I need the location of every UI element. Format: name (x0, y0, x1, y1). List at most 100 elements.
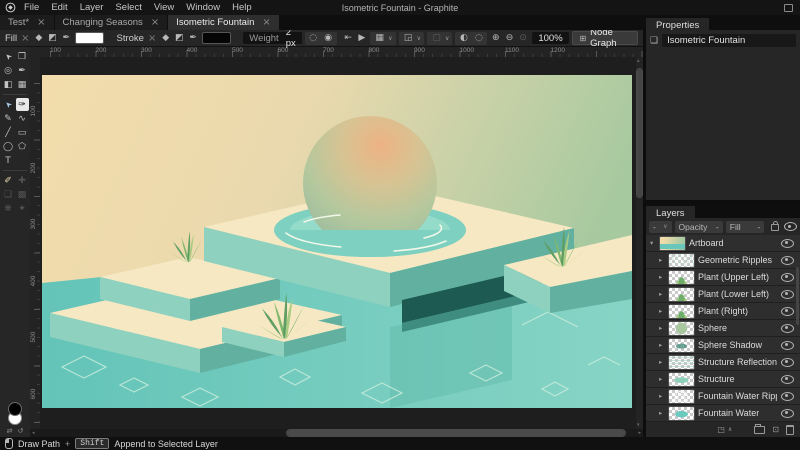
blend-mode-dropdown[interactable]: - ∨ (649, 221, 672, 233)
play-icon[interactable]: ▶ (356, 33, 367, 43)
visibility-icon[interactable] (781, 256, 794, 265)
menu-item[interactable]: File (18, 0, 45, 15)
stroke-cap-icon[interactable]: ◌ (307, 33, 320, 43)
zoom-in-icon[interactable]: ⊕ (490, 33, 501, 43)
snapping-dropdown[interactable]: ◲ ∨ (399, 32, 424, 45)
menu-item[interactable]: Select (109, 0, 147, 15)
layer-row[interactable]: ▸ Structure Reflection (646, 354, 800, 370)
delete-layer-button[interactable] (786, 425, 794, 435)
visibility-icon[interactable] (781, 290, 794, 299)
detail-tool[interactable]: ✦ (16, 202, 29, 215)
working-colors[interactable] (5, 402, 25, 426)
new-folder-button[interactable] (754, 426, 765, 434)
history-back-icon[interactable]: ⇤ (343, 33, 354, 43)
visibility-icon[interactable] (781, 341, 794, 350)
fill-gradient-icon[interactable]: ◩ (47, 33, 58, 43)
display-solid-icon[interactable]: ◐ (457, 33, 470, 43)
grid-dropdown[interactable]: ▢ ∨ (427, 32, 452, 45)
display-outline-icon[interactable]: ◌ (472, 33, 485, 43)
chevron-icon[interactable]: ▸ (659, 341, 665, 349)
polygon-tool[interactable]: ⬠ (16, 140, 29, 153)
visibility-icon[interactable] (781, 324, 794, 333)
new-layer-button[interactable]: ⊡ (772, 425, 779, 434)
document-tab[interactable]: Changing Seasons × (55, 15, 168, 30)
primary-color-swatch[interactable] (8, 402, 22, 416)
chevron-icon[interactable]: ▾ (650, 239, 656, 247)
fill-field[interactable]: Fill - (726, 221, 765, 233)
chevron-icon[interactable]: ▸ (659, 290, 665, 298)
horizontal-scrollbar-thumb[interactable] (287, 430, 624, 436)
visibility-icon[interactable] (781, 239, 794, 248)
document-tab[interactable]: Isometric Fountain × (168, 15, 279, 30)
relight-tool[interactable]: ❋ (2, 202, 15, 215)
zoom-reset-icon[interactable]: ⊙ (518, 33, 529, 43)
fill-solid-icon[interactable]: ◆ (34, 33, 45, 43)
lock-icon[interactable] (771, 224, 779, 231)
vertical-scrollbar-thumb[interactable] (637, 69, 642, 197)
fill-remove-icon[interactable]: × (20, 33, 30, 44)
scroll-right-icon[interactable]: ▸ (638, 430, 641, 436)
swap-colors-icon[interactable]: ⇄ (7, 427, 13, 435)
node-graph-button[interactable]: ⊞ Node Graph (572, 31, 638, 45)
artboard-tool[interactable]: ❐ (16, 50, 29, 63)
menu-item[interactable]: View (148, 0, 180, 15)
layers-scrollbar[interactable] (796, 267, 799, 325)
layer-row[interactable]: ▸ Plant (Upper Left) (646, 269, 800, 285)
pen-tool[interactable]: ✑ (16, 98, 29, 111)
layer-row[interactable]: ▾ Artboard (646, 235, 800, 251)
chevron-icon[interactable]: ▸ (659, 273, 665, 281)
visibility-icon[interactable] (781, 273, 794, 282)
vertical-scrollbar[interactable]: ▴ ▾ (636, 57, 643, 429)
visibility-icon[interactable] (784, 222, 797, 231)
document-tab[interactable]: Test* × (0, 15, 54, 30)
pencil-tool[interactable]: ✎ (2, 112, 15, 125)
heal-tool[interactable]: ✚ (16, 174, 29, 187)
chevron-icon[interactable]: ▸ (659, 375, 665, 383)
scroll-down-icon[interactable]: ▾ (637, 422, 640, 428)
close-icon[interactable]: × (151, 18, 159, 28)
menu-item[interactable]: Layer (74, 0, 110, 15)
stroke-eyedropper-icon[interactable]: ✒ (188, 33, 199, 43)
chevron-icon[interactable]: ▸ (659, 409, 665, 417)
canvas-viewport[interactable]: ▴ ▾ (40, 57, 643, 429)
opacity-field[interactable]: Opacity - (675, 221, 723, 233)
stroke-weight-field[interactable]: Weight 2 px (243, 32, 301, 44)
line-tool[interactable]: ╱ (2, 126, 15, 139)
visibility-icon[interactable] (781, 392, 794, 401)
layer-row[interactable]: ▸ Fountain Water (646, 405, 800, 421)
layer-row[interactable]: ▸ Plant (Lower Left) (646, 286, 800, 302)
layer-row[interactable]: ▸ Fountain Water Ripples (646, 388, 800, 404)
fullscreen-icon[interactable] (784, 4, 793, 12)
freehand-tool[interactable]: ∿ (16, 112, 29, 125)
menu-item[interactable]: Edit (45, 0, 73, 15)
chevron-icon[interactable]: ▸ (659, 256, 665, 264)
gradient-tool[interactable]: ▦ (16, 78, 29, 91)
layer-row[interactable]: ▸ Geometric Ripples (646, 252, 800, 268)
layer-row[interactable]: ▸ Sphere (646, 320, 800, 336)
close-icon[interactable]: × (262, 18, 270, 28)
visibility-icon[interactable] (781, 375, 794, 384)
stroke-join-icon[interactable]: ◉ (322, 33, 335, 43)
scroll-up-icon[interactable]: ▴ (637, 58, 640, 64)
chevron-icon[interactable]: ▸ (659, 324, 665, 332)
fill-tool[interactable]: ◧ (2, 78, 15, 91)
chevron-icon[interactable]: ▸ (659, 358, 665, 366)
tab-properties[interactable]: Properties (646, 18, 709, 33)
view-mode-dropdown[interactable]: ▦ ∨ (370, 32, 395, 45)
zoom-level-field[interactable]: 100% (532, 32, 570, 44)
visibility-icon[interactable] (781, 409, 794, 418)
graphite-logo-icon[interactable] (5, 2, 16, 13)
brush-tool[interactable]: ✐ (2, 174, 15, 187)
stroke-color-swatch[interactable] (202, 32, 231, 44)
menu-item[interactable]: Window (180, 0, 226, 15)
fill-color-swatch[interactable] (75, 32, 104, 44)
menu-item[interactable]: Help (226, 0, 258, 15)
layer-row[interactable]: ▸ Sphere Shadow (646, 337, 800, 353)
navigate-tool[interactable]: ◎ (2, 64, 15, 77)
chevron-icon[interactable]: ▸ (659, 307, 665, 315)
zoom-out-icon[interactable]: ⊖ (504, 33, 515, 43)
eyedropper-tool[interactable]: ✒ (16, 64, 29, 77)
path-tool[interactable]: ➤ (0, 95, 17, 113)
clone-tool[interactable]: ❏ (2, 188, 15, 201)
horizontal-scrollbar[interactable]: ◂ ▸ (30, 429, 643, 437)
